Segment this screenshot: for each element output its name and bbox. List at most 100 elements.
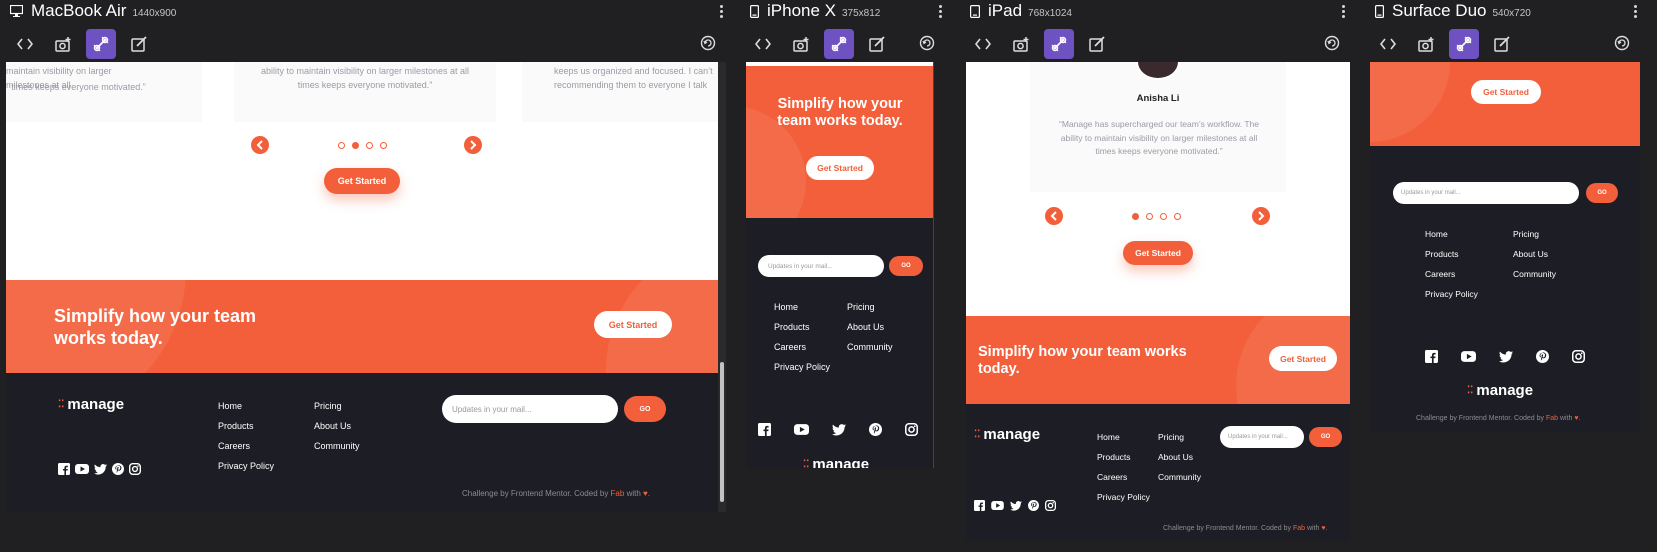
twitter-icon[interactable] bbox=[832, 423, 846, 436]
footer-link-pricing[interactable]: Pricing bbox=[1513, 229, 1539, 239]
author-link[interactable]: Fab bbox=[1546, 415, 1558, 422]
device-menu-icon[interactable] bbox=[1340, 0, 1346, 22]
footer-link-products[interactable]: Products bbox=[1097, 452, 1131, 462]
device-menu-icon[interactable] bbox=[1632, 0, 1638, 22]
sync-scroll-icon[interactable] bbox=[1449, 29, 1479, 59]
rotate-icon[interactable] bbox=[1317, 28, 1347, 58]
screenshot-icon[interactable] bbox=[48, 29, 78, 59]
footer-link-privacy[interactable]: Privacy Policy bbox=[1425, 289, 1478, 299]
sync-scroll-icon[interactable] bbox=[824, 29, 854, 59]
code-icon[interactable] bbox=[10, 29, 40, 59]
cta-get-started-button[interactable]: Get Started bbox=[806, 156, 874, 180]
carousel-dot[interactable] bbox=[380, 142, 387, 149]
footer-link-pricing[interactable]: Pricing bbox=[314, 401, 342, 411]
email-input[interactable]: Updates in your mail... bbox=[1220, 426, 1304, 448]
screenshot-icon[interactable] bbox=[786, 29, 816, 59]
get-started-button[interactable]: Get Started bbox=[324, 168, 400, 194]
footer-link-privacy[interactable]: Privacy Policy bbox=[774, 362, 830, 372]
edit-icon[interactable] bbox=[1487, 29, 1517, 59]
carousel-prev-button[interactable] bbox=[1045, 207, 1063, 225]
edit-icon[interactable] bbox=[862, 29, 892, 59]
footer-link-community[interactable]: Community bbox=[314, 441, 360, 451]
twitter-icon[interactable] bbox=[1010, 500, 1022, 511]
youtube-icon[interactable] bbox=[794, 424, 809, 435]
footer-link-privacy[interactable]: Privacy Policy bbox=[218, 461, 274, 471]
footer-link-pricing[interactable]: Pricing bbox=[847, 302, 875, 312]
cta-get-started-button[interactable]: Get Started bbox=[1269, 346, 1337, 371]
sync-scroll-icon[interactable] bbox=[1044, 29, 1074, 59]
footer-link-privacy[interactable]: Privacy Policy bbox=[1097, 492, 1150, 502]
youtube-icon[interactable] bbox=[75, 464, 89, 474]
footer-link-careers[interactable]: Careers bbox=[218, 441, 250, 451]
carousel-next-button[interactable] bbox=[1252, 207, 1270, 225]
youtube-icon[interactable] bbox=[991, 501, 1004, 510]
carousel-dot[interactable] bbox=[366, 142, 373, 149]
screenshot-icon[interactable] bbox=[1411, 29, 1441, 59]
scrollbar-thumb[interactable] bbox=[720, 362, 724, 502]
facebook-icon[interactable] bbox=[974, 500, 985, 511]
footer-link-home[interactable]: Home bbox=[218, 401, 242, 411]
footer-link-home[interactable]: Home bbox=[1425, 229, 1448, 239]
carousel-dot[interactable] bbox=[338, 142, 345, 149]
facebook-icon[interactable] bbox=[58, 463, 70, 475]
pinterest-icon[interactable] bbox=[1028, 500, 1039, 511]
instagram-icon[interactable] bbox=[129, 463, 141, 475]
go-button[interactable]: GO bbox=[624, 396, 666, 422]
footer-link-products[interactable]: Products bbox=[1425, 249, 1459, 259]
carousel-dot[interactable] bbox=[1146, 213, 1153, 220]
footer-link-community[interactable]: Community bbox=[1513, 269, 1556, 279]
rotate-icon[interactable] bbox=[1607, 28, 1637, 58]
footer-link-about[interactable]: About Us bbox=[1158, 452, 1193, 462]
pinterest-icon[interactable] bbox=[869, 423, 882, 436]
carousel-prev-button[interactable] bbox=[251, 136, 269, 154]
device-menu-icon[interactable] bbox=[718, 0, 724, 22]
carousel-next-button[interactable] bbox=[464, 136, 482, 154]
go-button[interactable]: GO bbox=[889, 256, 923, 276]
footer-link-products[interactable]: Products bbox=[774, 322, 810, 332]
get-started-button[interactable]: Get Started bbox=[1123, 241, 1193, 265]
code-icon[interactable] bbox=[748, 29, 778, 59]
code-icon[interactable] bbox=[1373, 29, 1403, 59]
twitter-icon[interactable] bbox=[94, 463, 107, 475]
footer-link-careers[interactable]: Careers bbox=[1425, 269, 1455, 279]
facebook-icon[interactable] bbox=[1425, 350, 1438, 363]
device-menu-icon[interactable] bbox=[937, 0, 943, 22]
carousel-dot[interactable] bbox=[1160, 213, 1167, 220]
footer-link-community[interactable]: Community bbox=[1158, 472, 1201, 482]
footer-link-pricing[interactable]: Pricing bbox=[1158, 432, 1184, 442]
go-button[interactable]: GO bbox=[1309, 427, 1342, 447]
screenshot-icon[interactable] bbox=[1006, 29, 1036, 59]
edit-icon[interactable] bbox=[1082, 29, 1112, 59]
carousel-dot[interactable] bbox=[1174, 213, 1181, 220]
footer-link-about[interactable]: About Us bbox=[847, 322, 884, 332]
footer-link-careers[interactable]: Careers bbox=[1097, 472, 1127, 482]
code-icon[interactable] bbox=[968, 29, 998, 59]
author-link[interactable]: Fab bbox=[1293, 525, 1305, 532]
cta-get-started-button[interactable]: Get Started bbox=[594, 311, 672, 338]
email-input[interactable]: Updates in your mail... bbox=[1393, 182, 1579, 204]
email-input[interactable]: Updates in your mail... bbox=[758, 255, 884, 277]
sync-scroll-icon[interactable] bbox=[86, 29, 116, 59]
cta-get-started-button[interactable]: Get Started bbox=[1471, 80, 1541, 104]
edit-icon[interactable] bbox=[124, 29, 154, 59]
email-input[interactable]: Updates in your mail... bbox=[442, 395, 618, 423]
footer-link-community[interactable]: Community bbox=[847, 342, 893, 352]
carousel-dot-active[interactable] bbox=[352, 142, 359, 149]
carousel-dot-active[interactable] bbox=[1132, 213, 1139, 220]
instagram-icon[interactable] bbox=[1572, 350, 1585, 363]
instagram-icon[interactable] bbox=[905, 423, 918, 436]
footer-link-about[interactable]: About Us bbox=[1513, 249, 1548, 259]
facebook-icon[interactable] bbox=[758, 423, 771, 436]
footer-link-home[interactable]: Home bbox=[774, 302, 798, 312]
go-button[interactable]: GO bbox=[1586, 183, 1618, 203]
author-link[interactable]: Fab bbox=[611, 489, 625, 498]
footer-link-products[interactable]: Products bbox=[218, 421, 254, 431]
twitter-icon[interactable] bbox=[1499, 350, 1513, 363]
footer-link-home[interactable]: Home bbox=[1097, 432, 1120, 442]
rotate-icon[interactable] bbox=[693, 28, 723, 58]
footer-link-careers[interactable]: Careers bbox=[774, 342, 806, 352]
instagram-icon[interactable] bbox=[1045, 500, 1056, 511]
footer-link-about[interactable]: About Us bbox=[314, 421, 351, 431]
pinterest-icon[interactable] bbox=[112, 463, 124, 475]
youtube-icon[interactable] bbox=[1461, 351, 1476, 362]
